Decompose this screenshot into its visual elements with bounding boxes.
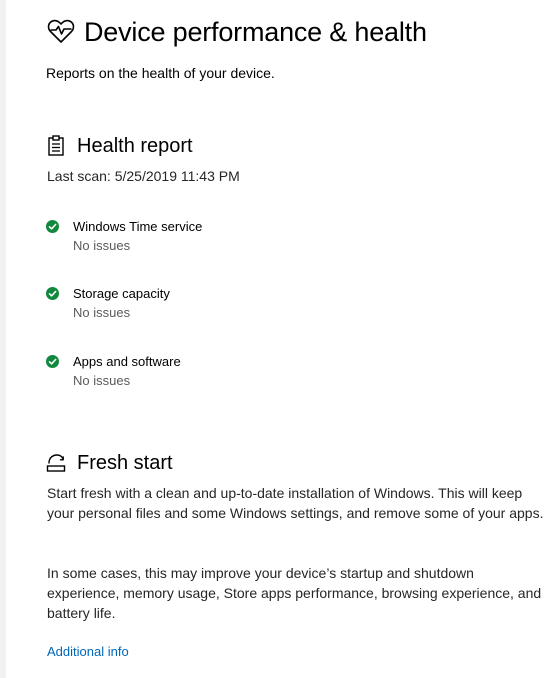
check-circle-icon bbox=[46, 220, 59, 233]
additional-info-link[interactable]: Additional info bbox=[47, 643, 129, 661]
heart-pulse-icon bbox=[46, 17, 76, 47]
fresh-start-description: Start fresh with a clean and up-to-date … bbox=[47, 485, 544, 521]
page-header: Device performance & health bbox=[46, 14, 427, 50]
health-report-title: Health report bbox=[77, 135, 193, 157]
fresh-start-icon bbox=[46, 452, 66, 474]
check-circle-icon bbox=[46, 287, 59, 300]
health-item-status: No issues bbox=[73, 305, 131, 320]
page-subtitle: Reports on the health of your device. bbox=[46, 65, 275, 81]
health-item-name: Apps and software bbox=[73, 354, 181, 369]
page-title: Device performance & health bbox=[84, 17, 427, 47]
fresh-start-heading: Fresh start bbox=[46, 450, 173, 476]
health-item-name: Windows Time service bbox=[73, 219, 203, 234]
device-performance-page: Device performance & health Reports on t… bbox=[0, 0, 550, 678]
health-item-status: No issues bbox=[73, 373, 131, 388]
clipboard-report-icon bbox=[46, 135, 66, 157]
fresh-start-title: Fresh start bbox=[77, 452, 173, 474]
health-item-status: No issues bbox=[73, 238, 131, 253]
fresh-start-benefits: In some cases, this may improve your dev… bbox=[47, 565, 542, 621]
last-scan-text: Last scan: 5/25/2019 11:43 PM bbox=[47, 168, 240, 184]
check-circle-icon bbox=[46, 355, 59, 368]
health-item-name: Storage capacity bbox=[73, 286, 170, 301]
health-report-heading: Health report bbox=[46, 133, 193, 159]
